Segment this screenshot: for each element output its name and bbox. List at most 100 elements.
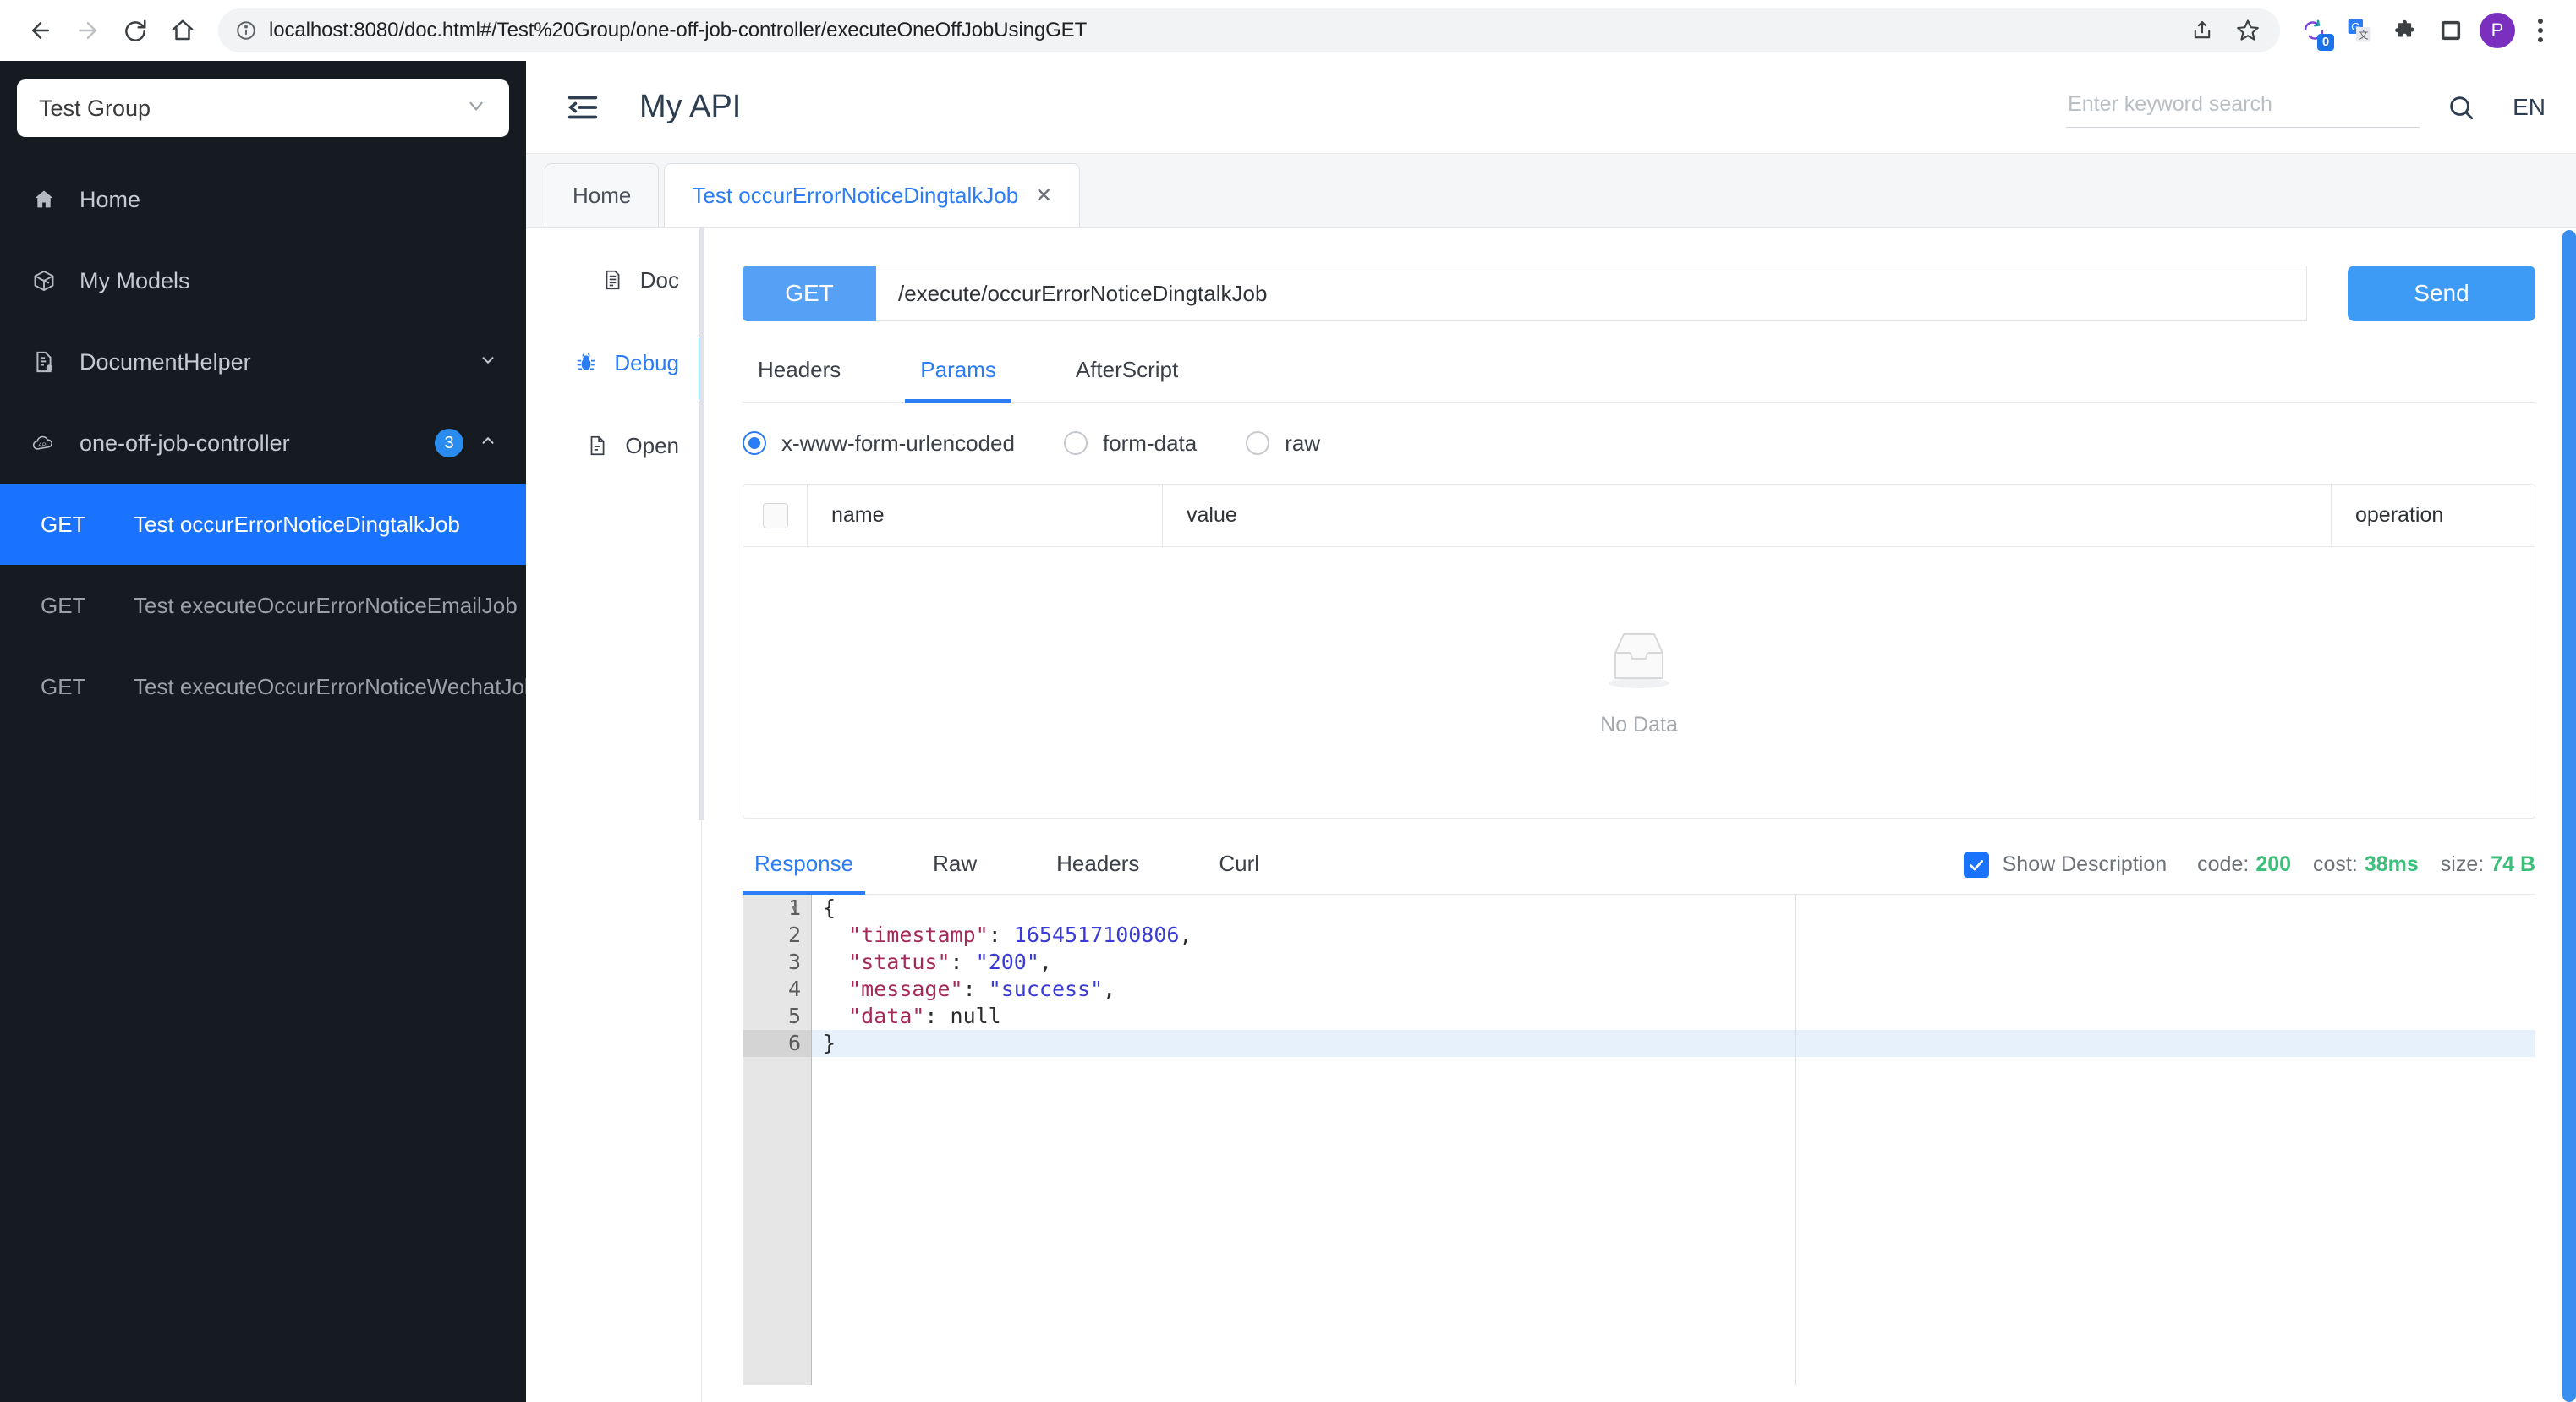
search-input[interactable] <box>2068 92 2418 117</box>
tab-headers[interactable]: Headers <box>743 357 856 402</box>
search-field[interactable] <box>2066 87 2420 128</box>
group-selector[interactable]: Test Group <box>17 79 509 137</box>
tab-curl[interactable]: Curl <box>1207 851 1271 894</box>
api-name: Test occurErrorNoticeDingtalkJob <box>134 512 460 538</box>
doc-tab-label: Home <box>573 183 631 209</box>
share-icon[interactable] <box>2182 10 2222 51</box>
size-value: 74 B <box>2491 852 2535 877</box>
select-all-cell[interactable] <box>743 485 808 546</box>
code-line: "data": null <box>823 1003 2535 1030</box>
debug-rail: Doc Debug Open <box>526 228 702 1402</box>
tab-response-headers[interactable]: Headers <box>1044 851 1151 894</box>
radio-form-data[interactable]: form-data <box>1064 430 1197 457</box>
document-gear-icon <box>27 350 61 374</box>
browser-toolbar: localhost:8080/doc.html#/Test%20Group/on… <box>0 0 2576 61</box>
puzzle-extension-icon[interactable] <box>2383 8 2427 52</box>
main-scrollbar[interactable] <box>2562 230 2576 1402</box>
chevron-down-icon <box>465 95 487 122</box>
svg-text:API: API <box>37 442 47 448</box>
workspace: Doc Debug Open <box>526 228 2576 1402</box>
cost-value: 38ms <box>2365 852 2419 877</box>
document-tabbar: Home Test occurErrorNoticeDingtalkJob ✕ <box>526 154 2576 228</box>
radio-label: x-www-form-urlencoded <box>781 430 1015 457</box>
response-code-editor[interactable]: 1 2 3 4 5 6 ▾ { "timestamp": 16545171008… <box>743 895 2535 1385</box>
code-value: 200 <box>2255 852 2291 877</box>
tab-response[interactable]: Response <box>743 851 865 894</box>
star-icon[interactable] <box>2228 10 2268 51</box>
select-all-checkbox[interactable] <box>763 503 788 528</box>
code-label: code: <box>2197 852 2249 877</box>
line-number: 1 <box>743 895 811 922</box>
chevron-down-icon <box>479 350 497 374</box>
code-line: } <box>823 1030 2535 1057</box>
tab-afterscript[interactable]: AfterScript <box>1061 357 1193 402</box>
rail-item-open[interactable]: Open <box>526 419 701 472</box>
tab-raw[interactable]: Raw <box>921 851 989 894</box>
rail-item-debug[interactable]: Debug <box>526 337 701 389</box>
radio-mark-icon <box>743 431 766 455</box>
api-list-item-1[interactable]: GET Test executeOccurErrorNoticeEmailJob <box>0 565 526 646</box>
debug-panel: GET /execute/occurErrorNoticeDingtalkJob… <box>702 228 2576 1402</box>
language-switch[interactable]: EN <box>2513 94 2546 121</box>
line-number: 4 <box>743 976 811 1003</box>
google-translate-icon[interactable]: G文 <box>2338 8 2381 52</box>
home-icon[interactable] <box>159 7 206 54</box>
api-list-item-2[interactable]: GET Test executeOccurErrorNoticeWechatJo… <box>0 646 526 727</box>
radio-label: form-data <box>1103 430 1197 457</box>
sidebar-item-home[interactable]: Home <box>0 159 526 240</box>
collapse-sidebar-icon[interactable] <box>563 88 602 127</box>
send-button[interactable]: Send <box>2348 266 2535 321</box>
doc-tab-label: Test occurErrorNoticeDingtalkJob <box>692 183 1018 209</box>
editor-code[interactable]: { "timestamp": 1654517100806, "status": … <box>813 895 2535 1385</box>
sync-refresh-icon[interactable]: 0 <box>2292 8 2336 52</box>
url-text: localhost:8080/doc.html#/Test%20Group/on… <box>269 19 2182 42</box>
sidebar-item-label: My Models <box>79 268 190 294</box>
api-list-item-0[interactable]: GET Test occurErrorNoticeDingtalkJob <box>0 484 526 565</box>
api-name: Test executeOccurErrorNoticeWechatJob <box>134 674 526 700</box>
doc-list-icon <box>598 269 627 291</box>
radio-x-www-form-urlencoded[interactable]: x-www-form-urlencoded <box>743 430 1015 457</box>
params-table: name value operation No Data <box>743 484 2535 819</box>
request-method[interactable]: GET <box>743 266 876 321</box>
sidebar-item-my-models[interactable]: My Models <box>0 240 526 321</box>
models-cube-icon <box>27 269 61 293</box>
request-tabs: Headers Params AfterScript <box>743 357 2535 403</box>
radio-mark-icon <box>1064 431 1088 455</box>
avatar[interactable]: P <box>2480 13 2515 48</box>
radio-mark-icon <box>1246 431 1269 455</box>
fold-toggle-icon[interactable]: ▾ <box>790 895 798 922</box>
square-panel-icon[interactable] <box>2429 8 2473 52</box>
empty-inbox-icon <box>1598 627 1680 698</box>
forward-arrow-icon[interactable] <box>64 7 112 54</box>
back-arrow-icon[interactable] <box>17 7 64 54</box>
show-description-checkbox[interactable] <box>1964 852 1989 878</box>
tab-params[interactable]: Params <box>905 357 1011 402</box>
bug-icon <box>572 352 600 374</box>
address-bar[interactable]: localhost:8080/doc.html#/Test%20Group/on… <box>218 8 2280 52</box>
doc-tab-home[interactable]: Home <box>545 163 659 227</box>
page-title: My API <box>639 89 741 125</box>
search-icon[interactable] <box>2431 93 2491 122</box>
code-line: "status": "200", <box>823 949 2535 976</box>
show-description-label: Show Description <box>2003 852 2168 877</box>
size-label: size: <box>2441 852 2484 877</box>
code-line: { <box>823 895 2535 922</box>
close-icon[interactable]: ✕ <box>1035 183 1052 208</box>
line-number: 6 <box>743 1030 811 1057</box>
info-circle-icon[interactable] <box>235 19 257 41</box>
doc-tab-active[interactable]: Test occurErrorNoticeDingtalkJob ✕ <box>664 163 1080 227</box>
radio-raw[interactable]: raw <box>1246 430 1320 457</box>
sidebar-item-documenthelper[interactable]: DocumentHelper <box>0 321 526 403</box>
status-badge: 3 <box>435 429 463 457</box>
rail-item-label: Doc <box>640 267 679 293</box>
request-path-input[interactable]: /execute/occurErrorNoticeDingtalkJob <box>876 266 2307 321</box>
column-header-operation: operation <box>2332 485 2535 546</box>
params-table-header: name value operation <box>743 485 2535 547</box>
reload-icon[interactable] <box>112 7 159 54</box>
rail-item-doc[interactable]: Doc <box>526 254 701 306</box>
kebab-menu-icon[interactable] <box>2522 8 2559 52</box>
cost-label: cost: <box>2313 852 2358 877</box>
rail-item-label: Debug <box>614 350 679 376</box>
svg-text:文: 文 <box>2359 28 2369 41</box>
sidebar-item-one-off-job-controller[interactable]: API one-off-job-controller 3 <box>0 403 526 484</box>
